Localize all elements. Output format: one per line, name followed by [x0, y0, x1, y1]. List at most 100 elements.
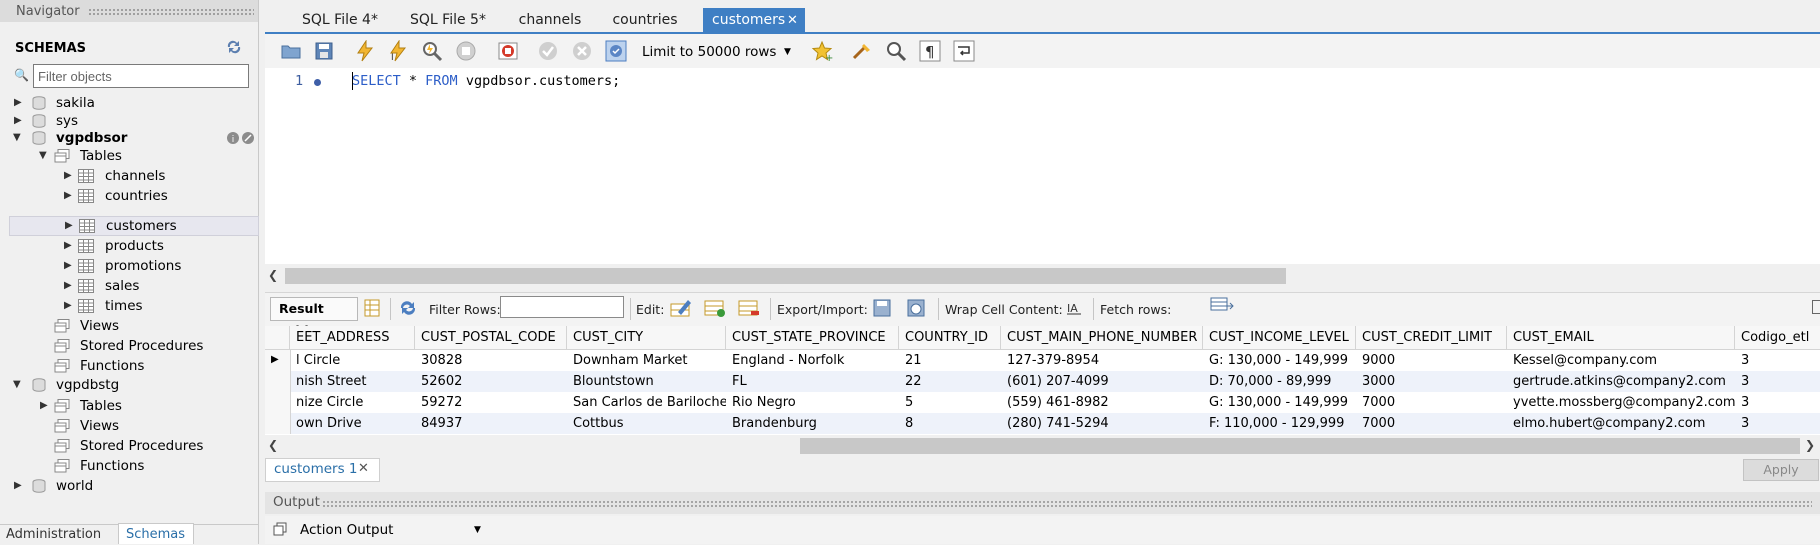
- column-header[interactable]: EET_ADDRESS: [290, 326, 415, 350]
- cell[interactable]: 3: [1735, 350, 1820, 371]
- sql-editor[interactable]: [265, 68, 1820, 264]
- expand-arrow-icon[interactable]: ▶: [64, 256, 72, 276]
- expand-arrow-icon[interactable]: ▶: [14, 93, 22, 113]
- column-header[interactable]: CUST_CREDIT_LIMIT: [1356, 326, 1507, 350]
- tab-sql-file-5[interactable]: SQL File 5*: [400, 8, 496, 33]
- cell[interactable]: 8: [899, 413, 1001, 434]
- close-icon[interactable]: ✕: [787, 8, 798, 33]
- tree-schema-world[interactable]: ▶ world: [8, 476, 258, 496]
- editor-scroll-thumb[interactable]: [285, 268, 1286, 284]
- commit-icon[interactable]: [537, 40, 559, 62]
- beautify-icon[interactable]: [851, 40, 873, 62]
- tree-folder-stored-procedures[interactable]: Stored Procedures: [8, 336, 258, 356]
- info-icon[interactable]: i: [226, 131, 256, 145]
- expand-arrow-icon[interactable]: ▶: [64, 166, 72, 186]
- cell[interactable]: 127-379-8954: [1001, 350, 1203, 371]
- scroll-left-icon[interactable]: ❮: [268, 268, 278, 282]
- collapse-arrow-icon[interactable]: ▼: [39, 146, 47, 166]
- column-header[interactable]: CUST_INCOME_LEVEL: [1203, 326, 1356, 350]
- tree-table-times[interactable]: ▶ times: [8, 296, 258, 316]
- open-folder-icon[interactable]: [280, 40, 302, 62]
- wrap-cell-icon[interactable]: IA: [1066, 300, 1082, 316]
- apply-button[interactable]: Apply: [1743, 459, 1819, 481]
- cell[interactable]: elmo.hubert@company2.com: [1507, 413, 1735, 434]
- cell[interactable]: l Circle: [290, 350, 415, 371]
- expand-arrow-icon[interactable]: ▶: [40, 396, 48, 416]
- side-panel-toggle[interactable]: [1812, 300, 1820, 314]
- column-header[interactable]: Codigo_etl: [1735, 326, 1820, 350]
- tree-table-channels[interactable]: ▶ channels: [8, 166, 258, 186]
- cell[interactable]: gertrude.atkins@company2.com: [1507, 371, 1735, 392]
- execute-icon[interactable]: [354, 40, 376, 62]
- cell[interactable]: 5: [899, 392, 1001, 413]
- collapse-arrow-icon[interactable]: ▼: [13, 375, 21, 395]
- cell[interactable]: (559) 461-8982: [1001, 392, 1203, 413]
- result-grid-button[interactable]: Result Grid: [270, 297, 358, 338]
- tab-administration[interactable]: Administration: [6, 527, 101, 542]
- cell[interactable]: 7000: [1356, 392, 1507, 413]
- cell[interactable]: 3: [1735, 392, 1820, 413]
- tree-table-countries[interactable]: ▶ countries: [8, 186, 258, 206]
- close-icon[interactable]: ✕: [358, 461, 369, 476]
- cell[interactable]: 22: [899, 371, 1001, 392]
- tree-folder-stg-tables[interactable]: ▶ Tables: [8, 396, 258, 416]
- copy-panel-icon[interactable]: [273, 522, 287, 536]
- cell[interactable]: G: 130,000 - 149,999: [1203, 392, 1356, 413]
- insert-row-icon[interactable]: [704, 298, 726, 318]
- autocommit-icon[interactable]: [605, 40, 627, 62]
- cell[interactable]: (601) 207-4099: [1001, 371, 1203, 392]
- cell[interactable]: Cottbus: [567, 413, 726, 434]
- find-icon[interactable]: [885, 40, 907, 62]
- invisible-chars-icon[interactable]: ¶: [919, 40, 941, 62]
- cell[interactable]: 21: [899, 350, 1001, 371]
- rollback-icon[interactable]: [571, 40, 593, 62]
- cell[interactable]: F: 110,000 - 129,999: [1203, 413, 1356, 434]
- save-icon[interactable]: [313, 40, 335, 62]
- cell[interactable]: 3000: [1356, 371, 1507, 392]
- tree-folder-stg-functions[interactable]: Functions: [8, 456, 258, 476]
- expand-arrow-icon[interactable]: ▶: [64, 236, 72, 256]
- column-header[interactable]: CUST_STATE_PROVINCE: [726, 326, 899, 350]
- cell[interactable]: nize Circle: [290, 392, 415, 413]
- tree-schema-sakila[interactable]: ▶ sakila: [8, 93, 258, 113]
- tab-channels[interactable]: channels: [510, 8, 590, 33]
- column-header[interactable]: CUST_EMAIL: [1507, 326, 1735, 350]
- cell[interactable]: D: 70,000 - 89,999: [1203, 371, 1356, 392]
- limit-rows-select[interactable]: Limit to 50000 rows ▼: [642, 41, 794, 63]
- edit-row-icon[interactable]: [670, 298, 692, 318]
- tab-schemas[interactable]: Schemas: [118, 523, 194, 544]
- cell[interactable]: G: 130,000 - 149,999: [1203, 350, 1356, 371]
- toggle-continue-on-error-icon[interactable]: [497, 40, 519, 62]
- tree-table-promotions[interactable]: ▶ promotions: [8, 256, 258, 276]
- execute-current-icon[interactable]: I: [387, 40, 409, 62]
- cell[interactable]: England - Norfolk: [726, 350, 899, 371]
- cell[interactable]: San Carlos de Bariloche: [567, 392, 726, 413]
- cell[interactable]: Downham Market: [567, 350, 726, 371]
- tab-sql-file-4[interactable]: SQL File 4*: [290, 8, 390, 33]
- cell[interactable]: yvette.mossberg@company2.com: [1507, 392, 1735, 413]
- column-header[interactable]: CUST_CITY: [567, 326, 726, 350]
- scroll-left-icon[interactable]: ❮: [268, 438, 278, 452]
- scroll-right-icon[interactable]: ❯: [1805, 438, 1815, 452]
- cell[interactable]: 30828: [415, 350, 567, 371]
- tab-countries[interactable]: countries: [605, 8, 685, 33]
- sql-statement[interactable]: SELECT * FROM vgpdbsor.customers;: [352, 73, 620, 89]
- cell[interactable]: Brandenburg: [726, 413, 899, 434]
- tree-schema-vgpdbsor[interactable]: ▼ vgpdbsor i: [8, 128, 258, 148]
- tree-schema-vgpdbstg[interactable]: ▼ vgpdbstg: [8, 375, 258, 395]
- output-grip[interactable]: [322, 500, 1812, 507]
- fetch-next-icon[interactable]: [1210, 296, 1234, 314]
- cell[interactable]: 52602: [415, 371, 567, 392]
- navigator-grip[interactable]: [88, 8, 254, 15]
- tree-table-products[interactable]: ▶ products: [8, 236, 258, 256]
- column-header[interactable]: CUST_MAIN_PHONE_NUMBER: [1001, 326, 1203, 350]
- filter-rows-input[interactable]: [500, 296, 624, 318]
- cell[interactable]: nish Street: [290, 371, 415, 392]
- column-header[interactable]: CUST_POSTAL_CODE: [415, 326, 567, 350]
- expand-arrow-icon[interactable]: ▶: [64, 186, 72, 206]
- expand-arrow-icon[interactable]: ▶: [64, 296, 72, 316]
- refresh-results-icon[interactable]: [398, 300, 418, 316]
- cell[interactable]: 3: [1735, 413, 1820, 434]
- delete-row-icon[interactable]: [738, 298, 760, 318]
- cell[interactable]: Kessel@company.com: [1507, 350, 1735, 371]
